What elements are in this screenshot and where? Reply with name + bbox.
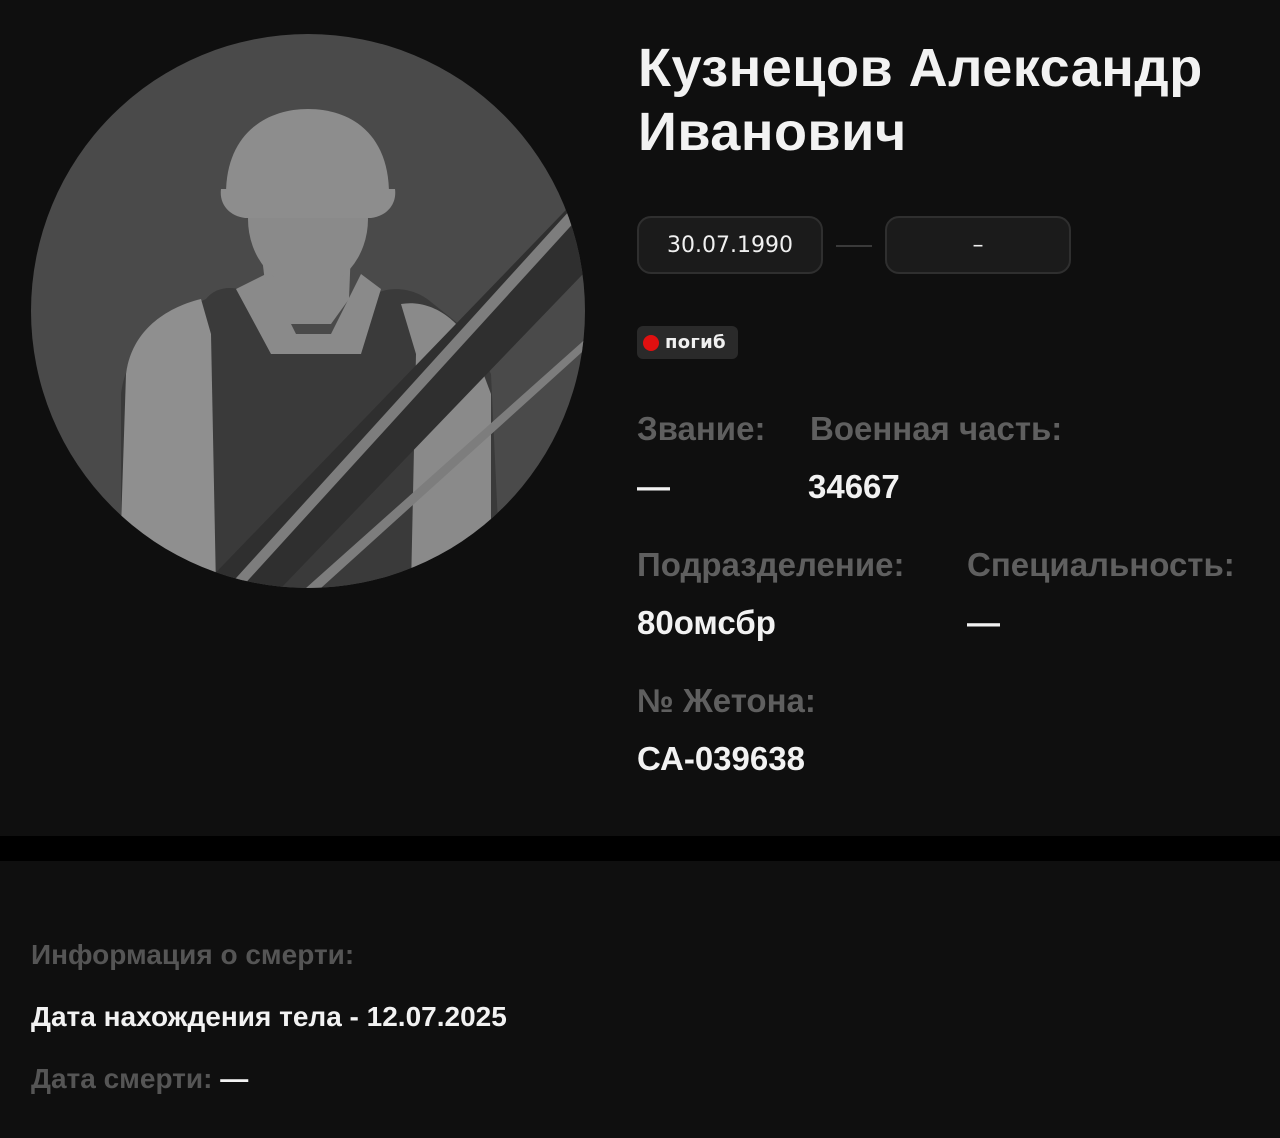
military-unit-value: 34667 xyxy=(808,468,900,505)
status-badge: погиб xyxy=(637,326,738,359)
division-label: Подразделение: xyxy=(637,546,905,583)
section-divider xyxy=(0,836,1280,861)
status-dot-icon xyxy=(643,334,659,351)
token-value: СА-039638 xyxy=(637,740,805,777)
token-label: № Жетона: xyxy=(637,682,816,719)
rank-label: Звание: xyxy=(637,410,766,447)
death-date-value: — xyxy=(220,1063,249,1094)
soldier-silhouette-icon xyxy=(31,34,585,588)
death-info-heading: Информация о смерти: xyxy=(31,939,355,970)
body-found-date: Дата нахождения тела - 12.07.2025 xyxy=(31,1001,507,1032)
avatar xyxy=(31,34,585,588)
specialty-label: Специальность: xyxy=(967,546,1235,583)
person-name-line-2: Иванович xyxy=(638,102,907,162)
specialty-value: — xyxy=(967,604,1000,641)
military-unit-label: Военная часть: xyxy=(810,410,1063,447)
death-date-label: Дата смерти: xyxy=(31,1063,221,1094)
profile-card: Кузнецов Александр Иванович 30.07.1990 –… xyxy=(0,0,1280,836)
death-date: – xyxy=(885,216,1071,274)
person-name: Кузнецов Александр Иванович xyxy=(638,36,1268,164)
division-value: 80омсбр xyxy=(637,604,776,641)
person-name-line-1: Кузнецов Александр xyxy=(638,38,1203,98)
date-separator xyxy=(836,245,872,247)
rank-value: — xyxy=(637,468,670,505)
death-info-section: Информация о смерти: Дата нахождения тел… xyxy=(0,861,1280,1138)
status-label: погиб xyxy=(665,332,726,353)
death-date-row: Дата смерти: — xyxy=(31,1063,248,1095)
birth-date: 30.07.1990 xyxy=(637,216,823,274)
